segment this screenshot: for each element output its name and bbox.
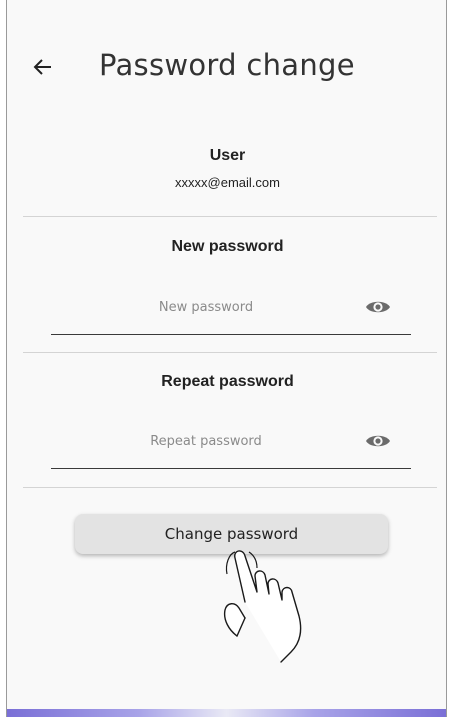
user-label: User (209, 147, 246, 164)
password-change-screen: Password change User xxxxx@email.com New… (6, 0, 447, 717)
tap-hand-icon (223, 550, 302, 663)
repeat-password-input[interactable] (51, 422, 361, 460)
divider (23, 216, 437, 217)
divider (23, 352, 437, 353)
new-password-label: New password (171, 238, 284, 255)
repeat-password-label: Repeat password (161, 373, 294, 390)
divider (23, 487, 437, 488)
new-password-field (51, 288, 411, 335)
change-password-button[interactable]: Change password (75, 514, 388, 554)
user-email: xxxxx@email.com (175, 175, 280, 190)
eye-icon[interactable] (365, 298, 391, 316)
page-title: Password change (99, 48, 355, 82)
back-button[interactable] (29, 52, 59, 82)
repeat-password-field (51, 422, 411, 469)
eye-icon[interactable] (365, 432, 391, 450)
arrow-left-icon (33, 59, 51, 75)
new-password-input[interactable] (51, 288, 361, 326)
bottom-accent-bar (7, 709, 446, 717)
